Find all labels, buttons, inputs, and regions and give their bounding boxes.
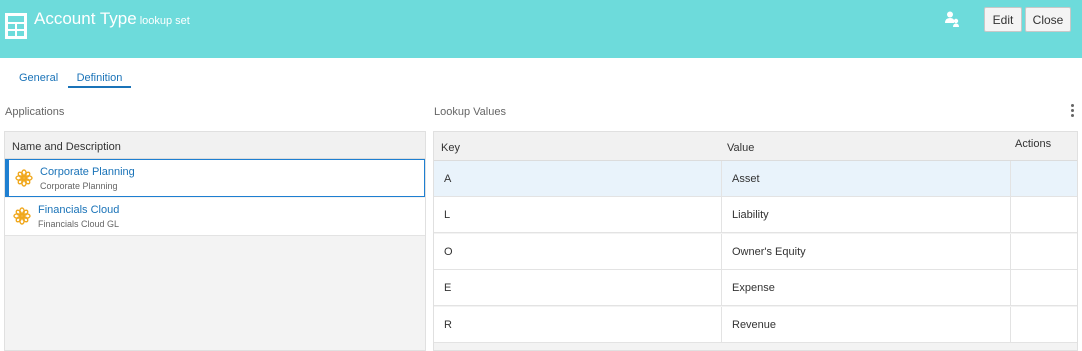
application-description: Financials Cloud GL <box>38 219 120 229</box>
grid-app-icon <box>5 13 27 39</box>
table-header: Key Value Actions <box>434 132 1077 161</box>
cell-actions <box>1010 270 1077 306</box>
edit-button[interactable]: Edit <box>984 7 1022 32</box>
header-bar: Account Type lookup set Edit Close <box>0 0 1082 58</box>
page-title: Account Type lookup set <box>34 9 190 29</box>
column-header-actions: Actions <box>1015 138 1052 150</box>
cell-actions <box>1010 234 1077 270</box>
application-name[interactable]: Corporate Planning <box>40 166 135 178</box>
applications-column-header: Name and Description <box>5 132 425 159</box>
tab-definition[interactable]: Definition <box>68 72 131 88</box>
cell-key: O <box>444 246 453 258</box>
lookup-values-table: Key Value Actions A Asset L Liability O … <box>433 131 1078 351</box>
lookup-values-section-label: Lookup Values <box>434 106 506 118</box>
kebab-menu-icon[interactable] <box>1069 104 1075 119</box>
cell-value: Owner's Equity <box>721 234 1011 270</box>
column-header-value[interactable]: Value <box>727 142 754 154</box>
users-admin-icon[interactable] <box>945 11 959 27</box>
applications-list: Name and Description Corporate Planning … <box>4 131 426 351</box>
title-subtitle: lookup set <box>139 15 190 27</box>
cell-value: Liability <box>721 197 1011 233</box>
table-row[interactable]: L Liability <box>434 197 1077 233</box>
application-row-financials-cloud[interactable]: Financials Cloud Financials Cloud GL <box>5 198 425 236</box>
application-description: Corporate Planning <box>40 181 118 191</box>
cell-key: L <box>444 209 451 221</box>
cell-value: Asset <box>721 161 1011 197</box>
title-text: Account Type <box>34 9 137 28</box>
table-row[interactable]: R Revenue <box>434 307 1077 343</box>
cell-key: R <box>444 319 452 331</box>
cell-value: Expense <box>721 270 1011 306</box>
cell-actions <box>1010 161 1077 197</box>
application-row-corporate-planning[interactable]: Corporate Planning Corporate Planning <box>5 159 425 197</box>
cell-key: E <box>444 282 452 294</box>
applications-section-label: Applications <box>5 106 65 118</box>
table-row[interactable]: A Asset <box>434 161 1077 197</box>
tab-general[interactable]: General <box>19 72 58 84</box>
close-button[interactable]: Close <box>1025 7 1071 32</box>
application-name[interactable]: Financials Cloud <box>38 204 119 216</box>
cell-actions <box>1010 307 1077 343</box>
column-header-key[interactable]: Key <box>441 142 460 154</box>
table-row[interactable]: E Expense <box>434 270 1077 306</box>
cell-actions <box>1010 197 1077 233</box>
cell-key: A <box>444 173 452 185</box>
cell-value: Revenue <box>721 307 1011 343</box>
flower-app-icon <box>15 169 33 187</box>
table-row[interactable]: O Owner's Equity <box>434 234 1077 270</box>
flower-app-icon <box>13 207 31 225</box>
